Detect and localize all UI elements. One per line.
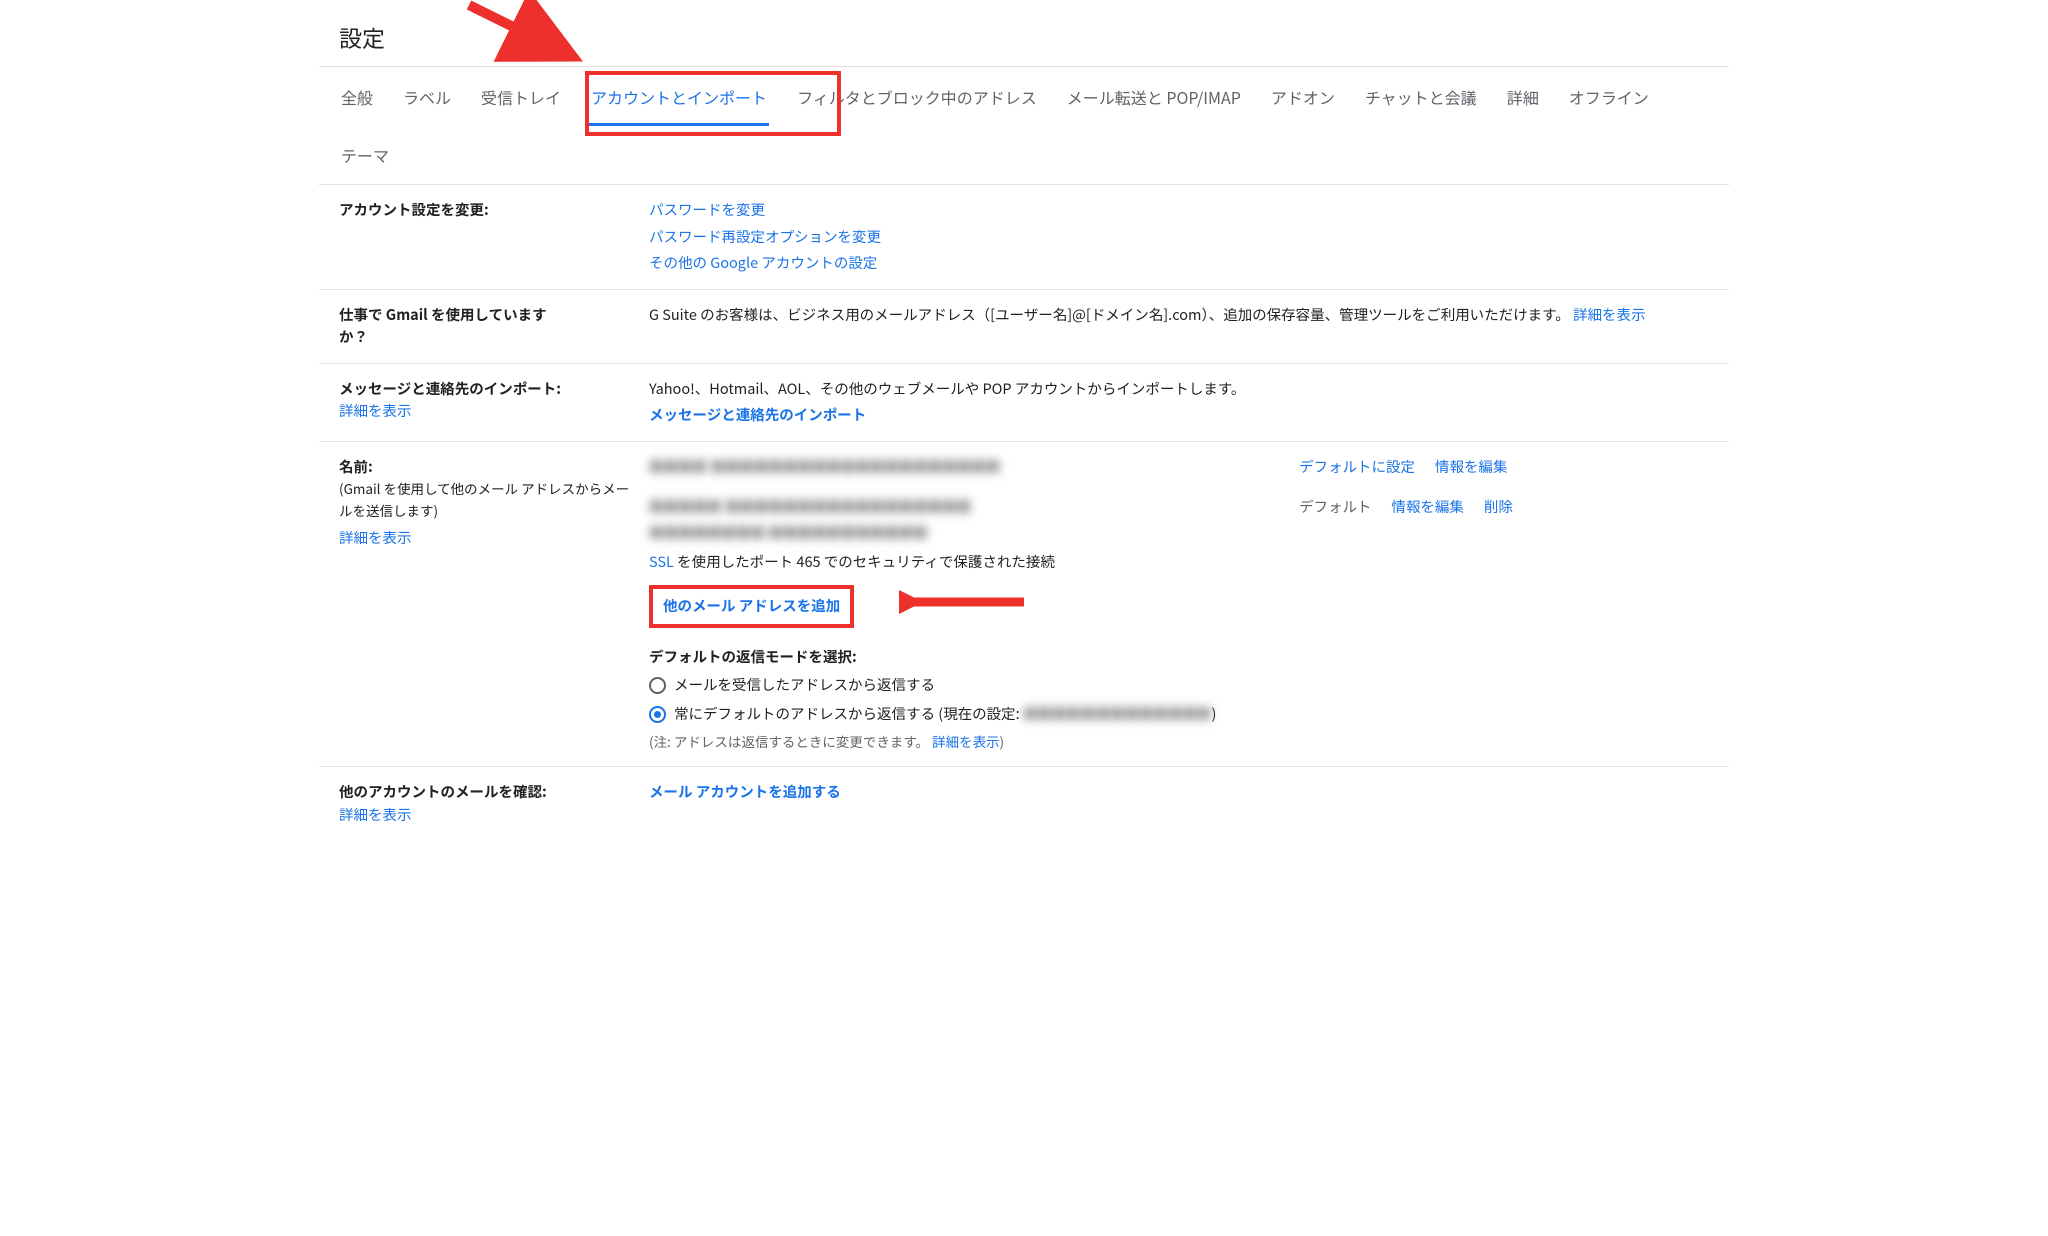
link-sendas-learn-more[interactable]: 詳細を表示 <box>339 527 412 549</box>
link-add-mail-account[interactable]: メール アカウントを追加する <box>649 781 841 802</box>
label-import: メッセージと連絡先のインポート: <box>339 378 561 399</box>
radio-reply-from-default[interactable] <box>649 706 666 723</box>
link-edit-info-2[interactable]: 情報を編集 <box>1392 496 1465 518</box>
tab-chat[interactable]: チャットと会議 <box>1363 67 1479 126</box>
section-change-account-settings: アカウント設定を変更: パスワードを変更 パスワード再設定オプションを変更 その… <box>319 185 1729 289</box>
tab-forwarding[interactable]: メール転送と POP/IMAP <box>1065 67 1243 126</box>
label-reply-from-default-a: 常にデフォルトのアドレスから返信する (現在の設定: <box>674 703 1023 724</box>
link-reply-note-learn-more[interactable]: 詳細を表示 <box>932 731 1000 751</box>
sendas-row-2: ■■■■■ ■■■■■■■■■■■■■■■■■ ■■■■■■■■ ■■■■■■■… <box>649 496 1709 573</box>
label-reply-from-default-blur: ■■■■■■■■■■■■■ <box>1023 703 1212 725</box>
tab-inbox[interactable]: 受信トレイ <box>479 67 563 126</box>
tab-offline[interactable]: オフライン <box>1567 67 1651 126</box>
radio-row-reply-from-received[interactable]: メールを受信したアドレスから返信する <box>649 674 1709 696</box>
link-add-another-email-address[interactable]: 他のメール アドレスを追加 <box>663 595 840 616</box>
link-other-google-settings[interactable]: その他の Google アカウントの設定 <box>649 252 1709 274</box>
tab-themes[interactable]: テーマ <box>339 125 391 184</box>
link-change-recovery-options[interactable]: パスワード再設定オプションを変更 <box>649 226 1709 248</box>
link-delete-2[interactable]: 削除 <box>1484 496 1513 518</box>
sendas-name-2: ■■■■■ <box>649 496 722 518</box>
link-make-default-1[interactable]: デフォルトに設定 <box>1299 456 1415 478</box>
text-import-body: Yahoo!、Hotmail、AOL、その他のウェブメールや POP アカウント… <box>649 378 1709 400</box>
note-reply-b: ) <box>1000 731 1005 751</box>
sendas-row-1: ■■■■ ■■■■■■■■■■■■■■■■■■■■ デフォルトに設定 情報を編集 <box>649 456 1709 478</box>
label-name-sub: (Gmail を使用して他のメール アドレスからメールを送信します) <box>339 478 629 520</box>
label-name: 名前: <box>339 456 373 477</box>
page-title: 設定 <box>319 0 1729 66</box>
text-default-2: デフォルト <box>1299 496 1372 518</box>
sendas-email-1: ■■■■■■■■■■■■■■■■■■■■ <box>710 456 1000 478</box>
settings-tabs: 全般 ラベル 受信トレイ アカウントとインポート フィルタとブロック中のアドレス… <box>319 66 1729 186</box>
section-check-other-accounts: 他のアカウントのメールを確認: 詳細を表示 メール アカウントを追加する <box>319 767 1729 840</box>
link-edit-info-1[interactable]: 情報を編集 <box>1435 456 1508 478</box>
section-send-mail-as: 名前: (Gmail を使用して他のメール アドレスからメールを送信します) 詳… <box>319 442 1729 768</box>
tab-addons[interactable]: アドオン <box>1269 67 1337 126</box>
ssl-label: SSL <box>649 551 674 572</box>
label-gsuite-b: か？ <box>339 326 368 347</box>
label-gsuite-a: 仕事で Gmail を使用しています <box>339 304 547 325</box>
radio-row-reply-from-default[interactable]: 常にデフォルトのアドレスから返信する (現在の設定: ■■■■■■■■■■■■■… <box>649 703 1709 725</box>
annotation-highlight-add-address: 他のメール アドレスを追加 <box>649 585 854 627</box>
label-check-other: 他のアカウントのメールを確認: <box>339 781 547 802</box>
label-reply-from-default-b: ) <box>1211 703 1216 724</box>
ssl-rest: を使用したポート 465 でのセキュリティで保護された接続 <box>674 551 1055 572</box>
tab-advanced[interactable]: 詳細 <box>1505 67 1541 126</box>
sendas-email-2: ■■■■■■■■■■■■■■■■■ <box>725 496 972 518</box>
link-import-learn-more[interactable]: 詳細を表示 <box>339 400 412 421</box>
link-import-messages-contacts[interactable]: メッセージと連絡先のインポート <box>649 404 1709 426</box>
label-reply-mode: デフォルトの返信モードを選択: <box>649 646 1709 668</box>
tab-general[interactable]: 全般 <box>339 67 375 126</box>
tab-labels[interactable]: ラベル <box>401 67 453 126</box>
link-gsuite-learn-more[interactable]: 詳細を表示 <box>1573 304 1646 325</box>
link-change-password[interactable]: パスワードを変更 <box>649 199 1709 221</box>
label-reply-from-received: メールを受信したアドレスから返信する <box>674 674 935 696</box>
section-import: メッセージと連絡先のインポート: 詳細を表示 Yahoo!、Hotmail、AO… <box>319 364 1729 442</box>
sendas-detail-2: ■■■■■■■■ ■■■■■■■■■■■ <box>649 522 928 544</box>
radio-reply-from-received[interactable] <box>649 677 666 694</box>
section-gsuite: 仕事で Gmail を使用しています か？ G Suite のお客様は、ビジネス… <box>319 290 1729 364</box>
tab-accounts-and-import[interactable]: アカウントとインポート <box>589 67 769 126</box>
note-reply-a: (注: アドレスは返信するときに変更できます。 <box>649 731 929 751</box>
tab-filters[interactable]: フィルタとブロック中のアドレス <box>795 67 1039 126</box>
sendas-name-1: ■■■■ <box>649 456 707 478</box>
sendas-ssl-line: SSL を使用したポート 465 でのセキュリティで保護された接続 <box>649 551 1299 573</box>
text-gsuite-body: G Suite のお客様は、ビジネス用のメールアドレス（[ユーザー名]@[ドメイ… <box>649 304 1570 325</box>
label-change-account-settings: アカウント設定を変更: <box>339 199 489 220</box>
link-check-other-learn-more[interactable]: 詳細を表示 <box>339 804 412 825</box>
